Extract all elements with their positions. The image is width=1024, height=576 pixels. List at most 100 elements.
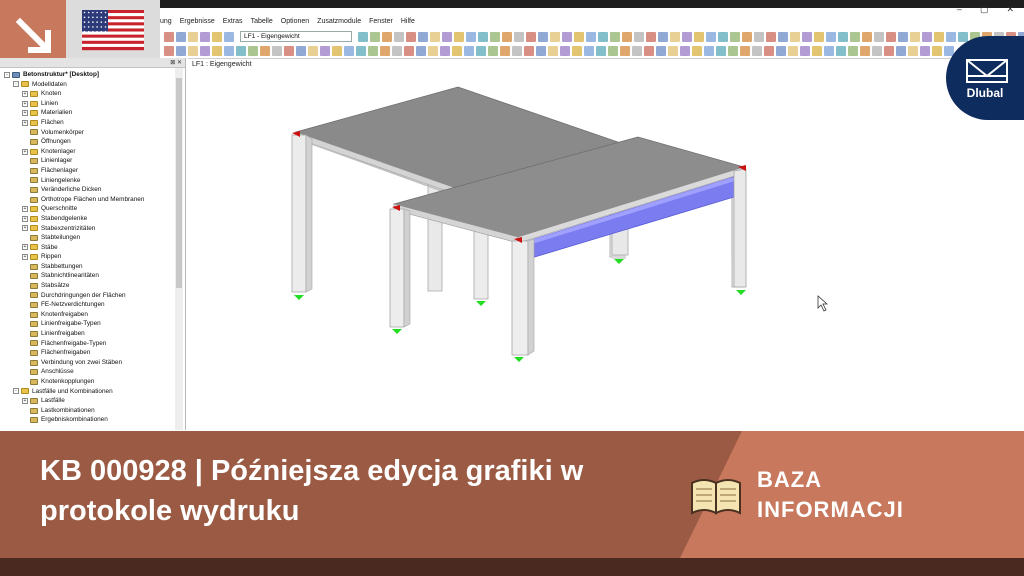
tree-item[interactable]: FE-Netzverdichtungen [0, 300, 185, 310]
toolbar-button[interactable] [670, 31, 680, 42]
toolbar-button[interactable] [754, 31, 764, 42]
toolbar-button[interactable] [850, 31, 860, 42]
toolbar-button[interactable] [296, 45, 306, 56]
toolbar-button[interactable] [164, 31, 174, 42]
toolbar-button[interactable] [742, 31, 752, 42]
toolbar-button[interactable] [430, 31, 440, 42]
tree-item[interactable]: + Lastfälle [0, 396, 185, 406]
toolbar-button[interactable] [368, 45, 378, 56]
tree-item[interactable]: Anschlüsse [0, 367, 185, 377]
toolbar-button[interactable] [716, 45, 726, 56]
toolbar-button[interactable] [200, 45, 210, 56]
toolbar-button[interactable] [272, 45, 282, 56]
toolbar-button[interactable] [200, 31, 210, 42]
menu-item-table[interactable]: Tabelle [251, 18, 273, 25]
tree-item[interactable]: Knotenfreigaben [0, 310, 185, 320]
toolbar-button[interactable] [344, 45, 354, 56]
toolbar-button[interactable] [668, 45, 678, 56]
toolbar-button[interactable] [442, 31, 452, 42]
toolbar-button[interactable] [908, 45, 918, 56]
toolbar-button[interactable] [428, 45, 438, 56]
column[interactable] [473, 230, 489, 300]
toolbar-button[interactable] [656, 45, 666, 56]
tree-item[interactable]: - Betonstruktur* [Desktop] [0, 70, 185, 80]
toolbar-button[interactable] [776, 45, 786, 56]
expand-icon[interactable]: + [22, 206, 28, 213]
tree-item[interactable]: Lastkombinationen [0, 406, 185, 416]
tree-item[interactable]: Volumenkörper [0, 128, 185, 138]
tree-item[interactable]: Knotenkopplungen [0, 377, 185, 387]
toolbar-button[interactable] [452, 45, 462, 56]
toolbar-button[interactable] [658, 31, 668, 42]
toolbar-button[interactable] [874, 31, 884, 42]
tree-item[interactable]: - Lastfälle und Kombinationen [0, 387, 185, 397]
toolbar-button[interactable] [500, 45, 510, 56]
toolbar-button[interactable] [454, 31, 464, 42]
toolbar-button[interactable] [920, 45, 930, 56]
tree-item[interactable]: + Flächen [0, 118, 185, 128]
toolbar-button[interactable] [886, 31, 896, 42]
toolbar-button[interactable] [788, 45, 798, 56]
toolbar-button[interactable] [562, 31, 572, 42]
toolbar-button[interactable] [404, 45, 414, 56]
expand-icon[interactable]: + [22, 225, 28, 232]
language-flag[interactable] [66, 0, 160, 58]
toolbar-button[interactable] [488, 45, 498, 56]
column[interactable] [733, 168, 747, 288]
tree-item[interactable]: Stabsätze [0, 281, 185, 291]
menu-item-help[interactable]: Hilfe [401, 18, 415, 25]
column[interactable] [291, 134, 307, 293]
tree-item[interactable]: + Stäbe [0, 243, 185, 253]
toolbar-button[interactable] [476, 45, 486, 56]
toolbar-button[interactable] [812, 45, 822, 56]
toolbar-button[interactable] [572, 45, 582, 56]
menu-item-options[interactable]: Optionen [281, 18, 309, 25]
tree-item[interactable]: Flächenfreigaben [0, 348, 185, 358]
toolbar-button[interactable] [176, 45, 186, 56]
toolbar-button[interactable] [418, 31, 428, 42]
toolbar-button[interactable] [548, 45, 558, 56]
toolbar-button[interactable] [898, 31, 908, 42]
structure-3d-model[interactable] [188, 59, 1024, 429]
toolbar-button[interactable] [416, 45, 426, 56]
tree-item[interactable]: Stabteilungen [0, 233, 185, 243]
toolbar-button[interactable] [188, 45, 198, 56]
navigator-scrollbar[interactable] [175, 68, 183, 430]
toolbar-button[interactable] [932, 45, 942, 56]
tree-item[interactable]: - Modelldaten [0, 80, 185, 90]
toolbar-button[interactable] [728, 45, 738, 56]
toolbar-button[interactable] [370, 31, 380, 42]
toolbar-button[interactable] [610, 31, 620, 42]
model-viewport[interactable]: LF1 : Eigengewicht [188, 58, 1024, 428]
toolbar-button[interactable] [502, 31, 512, 42]
toolbar-button[interactable] [836, 45, 846, 56]
loadcase-combo[interactable]: LF1 - Eigengewicht [240, 31, 352, 42]
tree-item[interactable]: + Linien [0, 99, 185, 109]
tree-item[interactable]: Durchdringungen der Flächen [0, 291, 185, 301]
expand-icon[interactable]: + [22, 148, 28, 155]
toolbar-button[interactable] [646, 31, 656, 42]
minimize-icon[interactable]: – [957, 4, 962, 15]
tree-item[interactable]: Linienfreigaben [0, 329, 185, 339]
toolbar-button[interactable] [538, 31, 548, 42]
toolbar-button[interactable] [824, 45, 834, 56]
toolbar-button[interactable] [862, 31, 872, 42]
scrollbar-thumb[interactable] [176, 78, 182, 288]
toolbar-button[interactable] [644, 45, 654, 56]
toolbar-button[interactable] [896, 45, 906, 56]
toolbar-button[interactable] [860, 45, 870, 56]
tree-item[interactable]: + Materialien [0, 108, 185, 118]
toolbar-button[interactable] [224, 31, 234, 42]
tree-item[interactable]: + Querschnitte [0, 204, 185, 214]
menu-item-results[interactable]: Ergebnisse [180, 18, 215, 25]
toolbar-button[interactable] [236, 45, 246, 56]
toolbar-button[interactable] [766, 31, 776, 42]
tree-item[interactable]: Linienfreigabe-Typen [0, 319, 185, 329]
toolbar-button[interactable] [380, 45, 390, 56]
toolbar-button[interactable] [188, 31, 198, 42]
collapse-icon[interactable]: - [4, 71, 10, 78]
tree-item[interactable]: Öffnungen [0, 137, 185, 147]
toolbar-button[interactable] [608, 45, 618, 56]
toolbar-button[interactable] [704, 45, 714, 56]
tree-item[interactable]: Veränderliche Dicken [0, 185, 185, 195]
